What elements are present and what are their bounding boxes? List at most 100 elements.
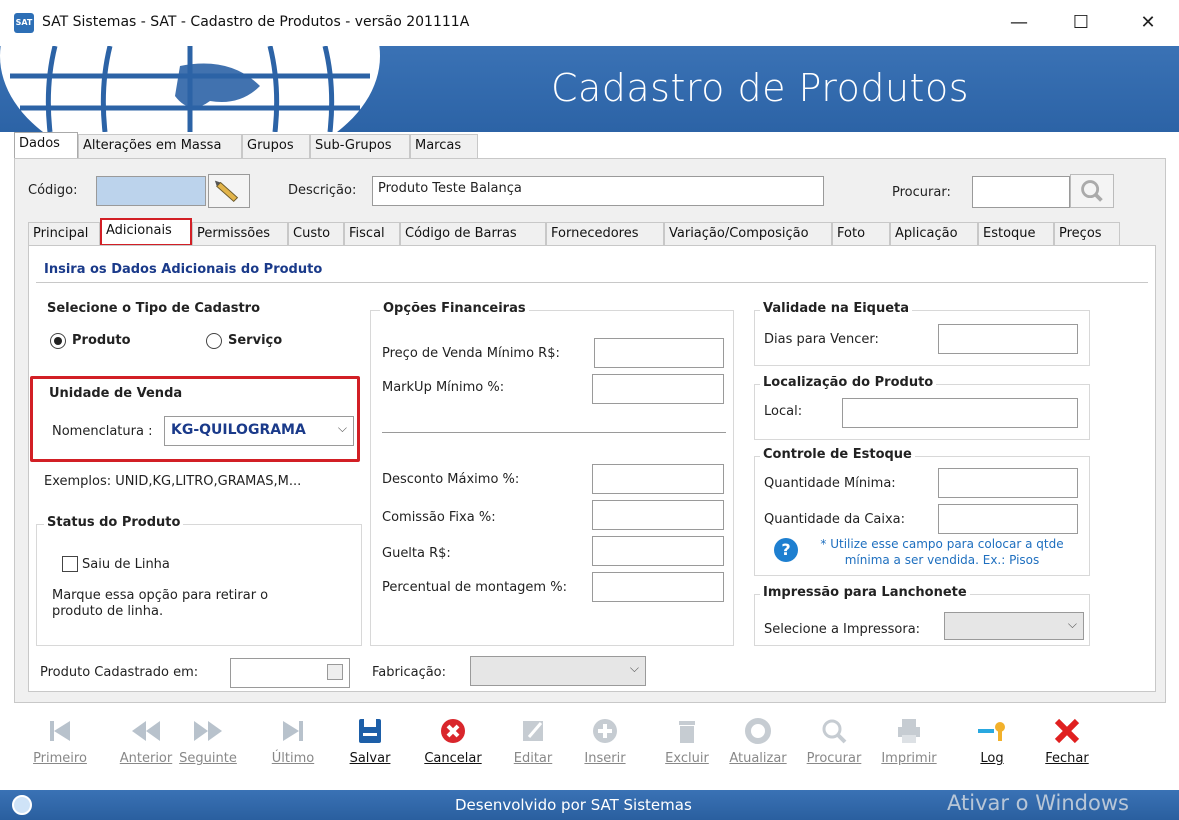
cadastrado-date-input[interactable] (230, 658, 350, 688)
fechar-label: Fechar (1045, 751, 1089, 766)
log-button[interactable]: Log (957, 705, 1027, 766)
qtd-caixa-label: Quantidade da Caixa: (764, 512, 906, 527)
saiu-de-linha-label: Saiu de Linha (82, 557, 170, 572)
procurar-button[interactable] (1070, 174, 1114, 208)
tab-variacao-composicao[interactable]: Variação/Composição (664, 222, 832, 246)
unidade-examples: Exemplos: UNID,KG,LITRO,GRAMAS,M... (44, 474, 302, 489)
tab-fiscal[interactable]: Fiscal (344, 222, 400, 246)
key-icon (978, 722, 1005, 741)
tab-estoque[interactable]: Estoque (978, 222, 1054, 246)
imprimir-button[interactable]: Imprimir (874, 705, 944, 766)
status-produto-help: Marque essa opção para retirar o produto… (52, 588, 269, 619)
guelta-input[interactable] (592, 536, 724, 566)
maximize-button[interactable]: ☐ (1058, 8, 1104, 38)
tab-foto[interactable]: Foto (832, 222, 890, 246)
tab-permissoes[interactable]: Permissões (192, 222, 288, 246)
procurar-toolbar-button[interactable]: Procurar (799, 705, 869, 766)
next-icon (194, 721, 222, 741)
dias-vencer-label: Dias para Vencer: (764, 332, 879, 347)
controle-estoque-title: Controle de Estoque (760, 447, 915, 462)
inserir-label: Inserir (584, 751, 626, 766)
montagem-input[interactable] (592, 572, 724, 602)
fabricacao-label: Fabricação: (372, 665, 447, 680)
comissao-label: Comissão Fixa %: (382, 510, 496, 525)
radio-servico-label: Serviço (228, 333, 283, 348)
saiu-de-linha-checkbox[interactable] (62, 556, 78, 572)
previous-icon (132, 721, 160, 741)
tab-marcas[interactable]: Marcas (410, 134, 478, 158)
magnifier-icon (1081, 180, 1103, 202)
nomenclatura-select[interactable]: KG-QUILOGRAMA ⌵ (164, 416, 354, 446)
controle-estoque-hint: * Utilize esse campo para colocar a qtde… (820, 537, 1064, 567)
fechar-button[interactable]: Fechar (1032, 705, 1102, 766)
radio-servico[interactable] (206, 333, 222, 349)
delete-icon (679, 721, 695, 743)
qtd-minima-input[interactable] (938, 468, 1078, 498)
tab-custo[interactable]: Custo (288, 222, 344, 246)
desconto-label: Desconto Máximo %: (382, 472, 520, 487)
tab-alteracoes-em-massa[interactable]: Alterações em Massa (78, 134, 242, 158)
tab-principal[interactable]: Principal (28, 222, 100, 246)
last-icon (283, 721, 303, 741)
tab-codigo-de-barras[interactable]: Código de Barras (400, 222, 546, 246)
search-icon (822, 719, 847, 744)
close-window-button[interactable]: ✕ (1125, 8, 1171, 38)
markup-input[interactable] (592, 374, 724, 404)
calendar-icon[interactable] (327, 664, 343, 680)
impressora-select[interactable]: ⌵ (944, 612, 1084, 640)
tab-aplicacao[interactable]: Aplicação (890, 222, 978, 246)
globe-icon (12, 795, 32, 815)
seguinte-label: Seguinte (179, 751, 237, 766)
cancelar-button[interactable]: Cancelar (418, 705, 488, 766)
excluir-button[interactable]: Excluir (652, 705, 722, 766)
ultimo-button[interactable]: Último (258, 705, 328, 766)
comissao-input[interactable] (592, 500, 724, 530)
help-icon[interactable]: ? (774, 538, 798, 562)
log-label: Log (980, 751, 1004, 766)
tab-grupos[interactable]: Grupos (242, 134, 310, 158)
tab-dados[interactable]: Dados (14, 132, 78, 158)
inserir-button[interactable]: Inserir (570, 705, 640, 766)
tab-fornecedores[interactable]: Fornecedores (546, 222, 664, 246)
editar-button[interactable]: Editar (498, 705, 568, 766)
radio-produto[interactable] (50, 333, 66, 349)
globe-logo-icon (0, 46, 380, 132)
seguinte-button[interactable]: Seguinte (173, 705, 243, 766)
chevron-down-icon: ⌵ (629, 661, 639, 675)
minimize-button[interactable]: — (996, 8, 1042, 38)
primeiro-button[interactable]: Primeiro (25, 705, 95, 766)
desconto-input[interactable] (592, 464, 724, 494)
procurar-label: Procurar: (892, 185, 951, 200)
pencil-icon (214, 180, 239, 202)
tipo-cadastro-title: Selecione o Tipo de Cadastro (44, 301, 264, 316)
codigo-search-button[interactable] (208, 174, 250, 208)
chevron-down-icon: ⌵ (337, 421, 347, 435)
cancel-icon (441, 719, 465, 743)
descricao-label: Descrição: (288, 183, 357, 198)
first-icon (50, 721, 70, 741)
print-icon (898, 719, 920, 743)
status-text: Desenvolvido por SAT Sistemas (455, 796, 692, 814)
descricao-input[interactable]: Produto Teste Balança (372, 176, 824, 206)
salvar-button[interactable]: Salvar (335, 705, 405, 766)
atualizar-button[interactable]: Atualizar (723, 705, 793, 766)
primeiro-label: Primeiro (33, 751, 87, 766)
codigo-input[interactable] (96, 176, 206, 206)
tab-adicionais[interactable]: Adicionais (100, 218, 192, 246)
tab-sub-grupos[interactable]: Sub-Grupos (310, 134, 410, 158)
save-icon (359, 719, 381, 743)
tab-precos[interactable]: Preços (1054, 222, 1120, 246)
app-icon: SAT (14, 13, 34, 33)
impressora-label: Selecione a Impressora: (764, 622, 921, 637)
markup-label: MarkUp Mínimo %: (382, 380, 505, 395)
radio-selected-dot (54, 337, 62, 345)
local-input[interactable] (842, 398, 1078, 428)
cancelar-label: Cancelar (424, 751, 482, 766)
qtd-caixa-input[interactable] (938, 504, 1078, 534)
dias-vencer-input[interactable] (938, 324, 1078, 354)
fabricacao-select[interactable]: ⌵ (470, 656, 646, 686)
anterior-button[interactable]: Anterior (111, 705, 181, 766)
unidade-venda-title: Unidade de Venda (46, 386, 186, 401)
procurar-input[interactable] (972, 176, 1070, 208)
preco-minimo-input[interactable] (594, 338, 724, 368)
